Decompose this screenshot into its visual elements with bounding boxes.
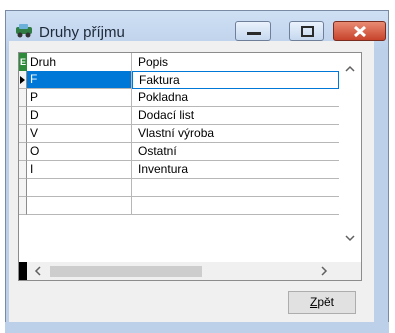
- scroll-left-icon[interactable]: [34, 266, 41, 276]
- scroll-up-icon[interactable]: [345, 65, 355, 72]
- scrollbar-corner: [339, 262, 361, 280]
- grid-rows: F Faktura P Pokladna D Dodací list V Vla…: [19, 71, 339, 215]
- cell-druh[interactable]: [27, 197, 132, 215]
- scroll-right-icon[interactable]: [321, 266, 328, 276]
- row-indicator: [19, 89, 27, 107]
- maximize-icon: [301, 26, 314, 37]
- cell-popis[interactable]: Faktura: [132, 71, 339, 89]
- window-title: Druhy příjmu: [39, 24, 125, 41]
- vertical-scrollbar[interactable]: [339, 53, 361, 264]
- cell-druh[interactable]: [27, 179, 132, 197]
- cell-popis[interactable]: [132, 179, 339, 197]
- cell-popis[interactable]: Ostatní: [132, 143, 339, 161]
- row-indicator: [19, 107, 27, 125]
- row-indicator: [19, 161, 27, 179]
- horizontal-scroll-thumb[interactable]: [50, 266, 202, 277]
- cell-popis[interactable]: Vlastní výroba: [132, 125, 339, 143]
- grid-corner-icon[interactable]: E: [19, 53, 27, 71]
- back-button-label: pět: [317, 295, 335, 309]
- column-header-druh[interactable]: Druh: [27, 53, 132, 71]
- cell-popis[interactable]: Pokladna: [132, 89, 339, 107]
- cell-druh[interactable]: P: [27, 89, 132, 107]
- cell-popis[interactable]: Inventura: [132, 161, 339, 179]
- table-row[interactable]: I Inventura: [19, 161, 339, 179]
- cell-druh[interactable]: F: [27, 71, 132, 89]
- row-indicator: [19, 143, 27, 161]
- table-row[interactable]: V Vlastní výroba: [19, 125, 339, 143]
- row-indicator: [19, 71, 27, 89]
- table-row[interactable]: D Dodací list: [19, 107, 339, 125]
- data-grid[interactable]: E Druh Popis F Faktura P Pokladna D Doda…: [18, 52, 362, 281]
- cell-druh[interactable]: V: [27, 125, 132, 143]
- cell-druh[interactable]: D: [27, 107, 132, 125]
- back-button[interactable]: Zpět: [288, 291, 356, 314]
- row-indicator: [19, 197, 27, 215]
- minimize-button[interactable]: [235, 21, 271, 41]
- scroll-down-icon[interactable]: [345, 235, 355, 242]
- table-row[interactable]: O Ostatní: [19, 143, 339, 161]
- cell-popis[interactable]: [132, 197, 339, 215]
- scrollbar-left-corner: [19, 262, 27, 280]
- cell-druh[interactable]: O: [27, 143, 132, 161]
- horizontal-scrollbar[interactable]: [27, 262, 339, 280]
- minimize-icon: [247, 32, 261, 35]
- row-indicator: [19, 179, 27, 197]
- table-row[interactable]: P Pokladna: [19, 89, 339, 107]
- cell-druh[interactable]: I: [27, 161, 132, 179]
- row-indicator: [19, 125, 27, 143]
- car-icon: [16, 24, 32, 38]
- close-button[interactable]: [333, 21, 386, 41]
- maximize-button[interactable]: [289, 21, 324, 41]
- table-row[interactable]: [19, 197, 339, 215]
- cell-popis[interactable]: Dodací list: [132, 107, 339, 125]
- table-row[interactable]: [19, 179, 339, 197]
- table-row[interactable]: F Faktura: [19, 71, 339, 89]
- window-bottom-frame: [5, 322, 389, 333]
- grid-header: E Druh Popis: [19, 53, 339, 71]
- current-row-arrow-icon: [20, 76, 25, 84]
- column-header-popis[interactable]: Popis: [132, 53, 339, 71]
- close-icon: [353, 25, 367, 38]
